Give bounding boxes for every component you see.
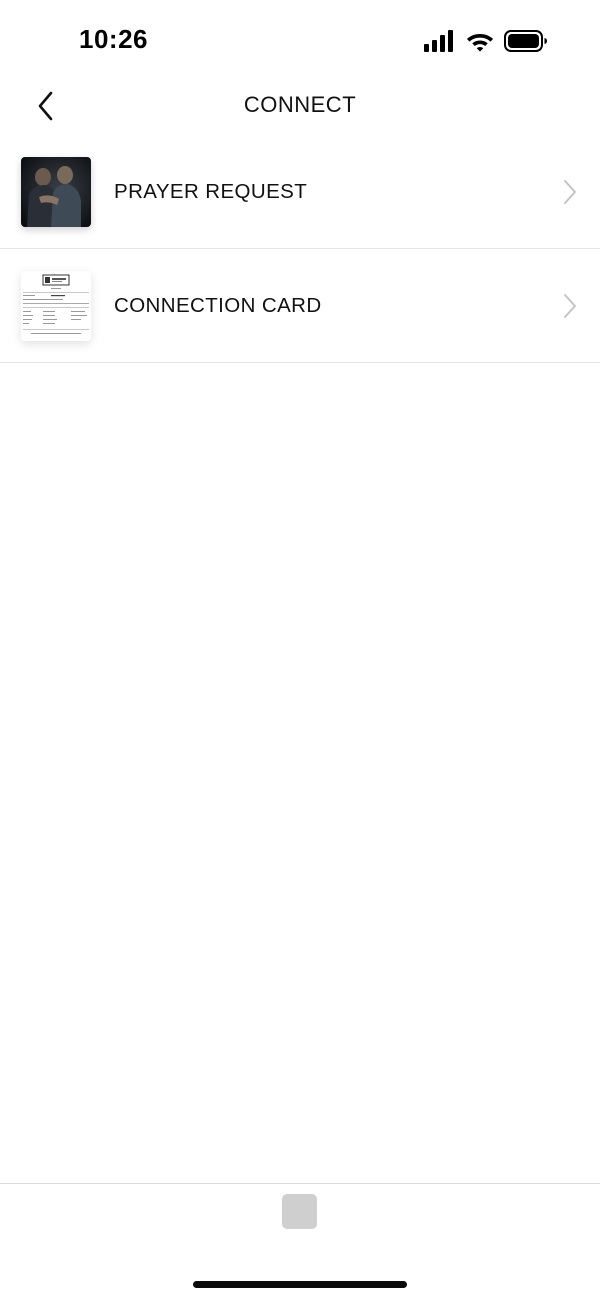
connect-list: PRAYER REQUEST CONNECTION CARD (0, 135, 600, 363)
prayer-request-label: PRAYER REQUEST (114, 180, 308, 203)
list-item-connection-card[interactable]: CONNECTION CARD (0, 249, 600, 363)
signal-icon (424, 30, 453, 52)
status-bar: 10:26 (0, 0, 600, 80)
connection-card-thumbnail (21, 271, 91, 341)
screen: 10:26 CONNECT PRAYER REQUEST CONNECTION … (0, 0, 600, 1300)
status-icons (424, 28, 548, 54)
connection-card-label: CONNECTION CARD (114, 294, 322, 317)
bottom-tab-bar (0, 1183, 600, 1300)
prayer-photo-thumbnail (21, 157, 91, 227)
list-item-prayer-request[interactable]: PRAYER REQUEST (0, 135, 600, 249)
wifi-icon (467, 34, 493, 52)
tab-icon-placeholder[interactable] (282, 1194, 317, 1229)
chevron-right-icon (564, 180, 576, 204)
status-time: 10:26 (79, 24, 148, 54)
page-title: CONNECT (243, 92, 357, 117)
nav-bar: CONNECT (0, 80, 600, 134)
home-indicator[interactable] (193, 1281, 407, 1288)
battery-icon (504, 30, 547, 52)
chevron-right-icon (564, 294, 576, 318)
